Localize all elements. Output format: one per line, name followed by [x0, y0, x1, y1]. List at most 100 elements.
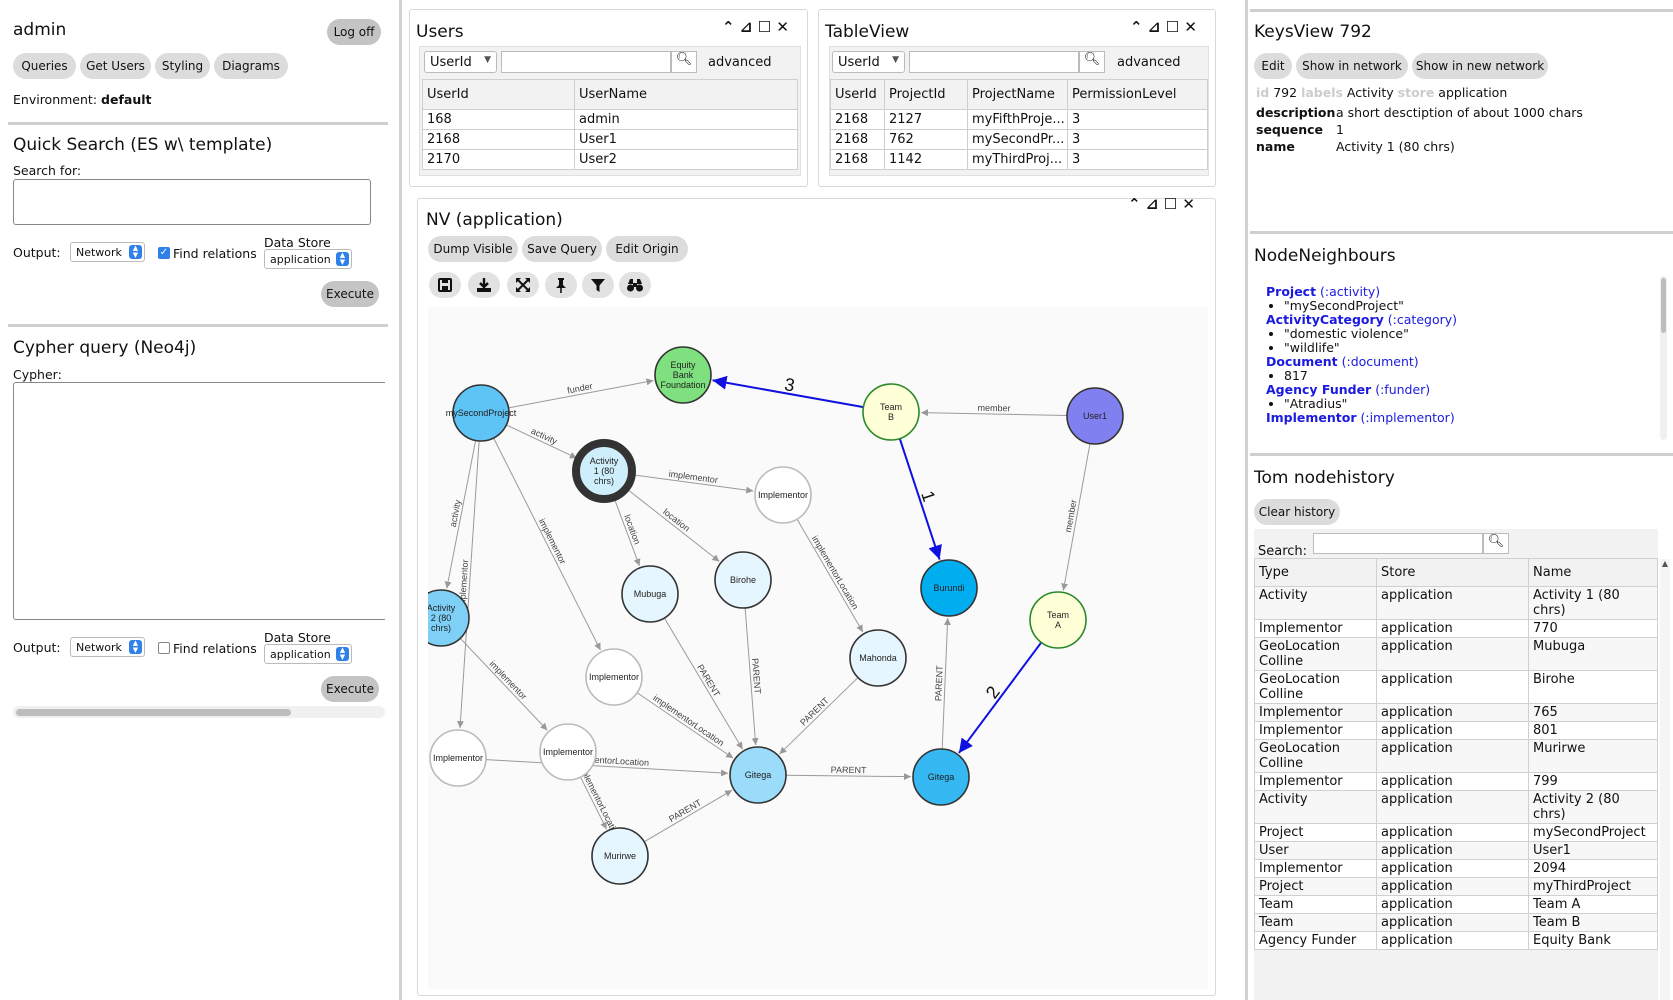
pin-icon[interactable]: ⊿ [1148, 18, 1161, 36]
graph-edge[interactable] [643, 789, 733, 843]
find-relations-checkbox[interactable] [158, 642, 170, 654]
pin-icon[interactable]: ⊿ [740, 18, 753, 36]
graph-edge[interactable] [796, 518, 864, 633]
advanced-link[interactable]: advanced [708, 55, 772, 70]
maximize-icon[interactable]: ☐ [1166, 18, 1179, 36]
network-graph[interactable]: funder activity activity implementor impleme… [412, 306, 1208, 989]
graph-node-bur[interactable]: Burundi [920, 559, 978, 617]
graph-node-a1[interactable]: Activity1 (80chrs) [572, 439, 636, 503]
pin-icon[interactable]: ⊿ [1146, 195, 1159, 213]
table-row[interactable]: Implementor application 799 [1254, 772, 1658, 791]
column-header[interactable]: ProjectId [884, 79, 968, 110]
graph-node-mur[interactable]: Murirwe [591, 827, 649, 885]
graph-node-git2[interactable]: Gitega [912, 748, 970, 806]
table-row[interactable]: 2168 User1 [422, 129, 798, 150]
vertical-scrollbar[interactable] [1660, 276, 1667, 440]
styling-button[interactable]: Styling [155, 53, 210, 79]
data-store-select[interactable]: application ▲ ▼ [264, 249, 352, 269]
filter-icon[interactable] [582, 272, 614, 298]
graph-node-bir[interactable]: Birohe [714, 551, 772, 609]
table-row[interactable]: 2168 762 mySecondPr... 3 [830, 129, 1208, 150]
neighbour-group-title[interactable]: Agency Funder (:funder) [1266, 383, 1656, 397]
data-store-select[interactable]: application ▲ ▼ [264, 644, 352, 664]
clear-history-button[interactable]: Clear history [1254, 499, 1340, 525]
table-row[interactable]: Project application mySecondProject [1254, 823, 1658, 842]
table-row[interactable]: 2168 1142 myThirdProj... 3 [830, 149, 1208, 170]
column-header[interactable]: UserId [830, 79, 885, 110]
minimize-icon[interactable]: ⌃ [1128, 195, 1141, 213]
table-row[interactable]: Project application myThirdProject [1254, 877, 1658, 896]
minimize-icon[interactable]: ⌃ [1130, 18, 1143, 36]
table-row[interactable]: GeoLocation Colline application Murirwe [1254, 739, 1658, 773]
neighbour-group-title[interactable]: Project (:activity) [1266, 285, 1656, 299]
minimize-icon[interactable]: ⌃ [722, 18, 735, 36]
table-row[interactable]: 168 admin [422, 109, 798, 130]
binoculars-icon[interactable] [619, 272, 651, 298]
column-header[interactable]: UserId [422, 79, 575, 110]
column-header[interactable]: ProjectName [967, 79, 1068, 110]
table-row[interactable]: Implementor application 770 [1254, 619, 1658, 638]
scrollbar-thumb[interactable] [16, 709, 291, 716]
table-row[interactable]: GeoLocation Colline application Birohe [1254, 670, 1658, 704]
search-icon[interactable]: 🔍︎ [1483, 533, 1509, 554]
table-row[interactable]: Activity application Activity 1 (80 chrs) [1254, 586, 1658, 620]
save-icon[interactable] [429, 272, 461, 298]
table-row[interactable]: Team application Team B [1254, 913, 1658, 932]
history-search-input[interactable] [1313, 533, 1483, 554]
table-row[interactable]: 2168 2127 myFifthProje... 3 [830, 109, 1208, 130]
list-item[interactable]: "Atradius" [1284, 397, 1656, 411]
show-in-network-button[interactable]: Show in network [1296, 53, 1408, 79]
table-row[interactable]: Implementor application 801 [1254, 721, 1658, 740]
pin-icon[interactable] [545, 272, 577, 298]
close-icon[interactable]: ✕ [1182, 195, 1195, 213]
graph-edge[interactable] [636, 692, 734, 759]
horizontal-scrollbar[interactable] [13, 706, 385, 718]
graph-edge[interactable] [625, 487, 720, 562]
maximize-icon[interactable]: ☐ [1164, 195, 1177, 213]
output-select[interactable]: Network ▲ ▼ [70, 637, 145, 657]
graph-node-git1[interactable]: Gitega [729, 746, 787, 804]
list-item[interactable]: "domestic violence" [1284, 327, 1656, 341]
output-select[interactable]: Network ▲ ▼ [70, 242, 145, 262]
close-icon[interactable]: ✕ [776, 18, 789, 36]
neighbour-group-title[interactable]: ActivityCategory (:category) [1266, 313, 1656, 327]
table-row[interactable]: Agency Funder application Equity Bank [1254, 931, 1658, 950]
list-item[interactable]: 817 [1284, 369, 1656, 383]
table-row[interactable]: GeoLocation Colline application Mubuga [1254, 637, 1658, 671]
graph-node-u1[interactable]: User1 [1066, 387, 1124, 445]
graph-node-mub[interactable]: Mubuga [621, 565, 679, 623]
column-header[interactable]: Name [1528, 558, 1658, 587]
table-row[interactable]: Team application Team A [1254, 895, 1658, 914]
diagrams-button[interactable]: Diagrams [214, 53, 288, 79]
edit-button[interactable]: Edit [1254, 53, 1292, 79]
expand-icon[interactable] [507, 272, 539, 298]
graph-node-imp1[interactable]: Implementor [754, 466, 812, 524]
tableview-search-input[interactable] [909, 51, 1079, 73]
execute-button[interactable]: Execute [321, 281, 379, 307]
graph-edge[interactable] [459, 637, 548, 731]
graph-node-mah[interactable]: Mahonda [849, 629, 907, 687]
column-header[interactable]: UserName [574, 79, 798, 110]
tableview-filter-select[interactable]: UserId ▼ [832, 51, 905, 73]
search-icon[interactable]: 🔍︎ [671, 51, 697, 73]
graph-node-ta[interactable]: TeamA [1029, 591, 1087, 649]
table-row[interactable]: 2170 User2 [422, 149, 798, 170]
vertical-scrollbar[interactable]: ▲ [1660, 559, 1670, 1000]
table-row[interactable]: Activity application Activity 2 (80 chrs) [1254, 790, 1658, 824]
table-row[interactable]: Implementor application 2094 [1254, 859, 1658, 878]
network-canvas[interactable]: funder activity activity implementor impleme… [412, 306, 1208, 989]
neighbour-group-title[interactable]: Implementor (:implementor) [1266, 411, 1656, 425]
cypher-textarea[interactable] [13, 382, 385, 620]
column-header[interactable]: Store [1376, 558, 1529, 587]
table-row[interactable]: Implementor application 765 [1254, 703, 1658, 722]
close-icon[interactable]: ✕ [1184, 18, 1197, 36]
users-search-input[interactable] [501, 51, 671, 73]
column-header[interactable]: Type [1254, 558, 1377, 587]
logoff-button[interactable]: Log off [327, 19, 381, 45]
neighbour-group-title[interactable]: Document (:document) [1266, 355, 1656, 369]
graph-edge[interactable] [785, 773, 912, 781]
chevron-up-icon[interactable]: ▲ [1660, 559, 1670, 568]
edit-origin-button[interactable]: Edit Origin [606, 236, 688, 262]
table-row[interactable]: User application User1 [1254, 841, 1658, 860]
find-relations-checkbox[interactable]: ✓ [158, 247, 170, 259]
